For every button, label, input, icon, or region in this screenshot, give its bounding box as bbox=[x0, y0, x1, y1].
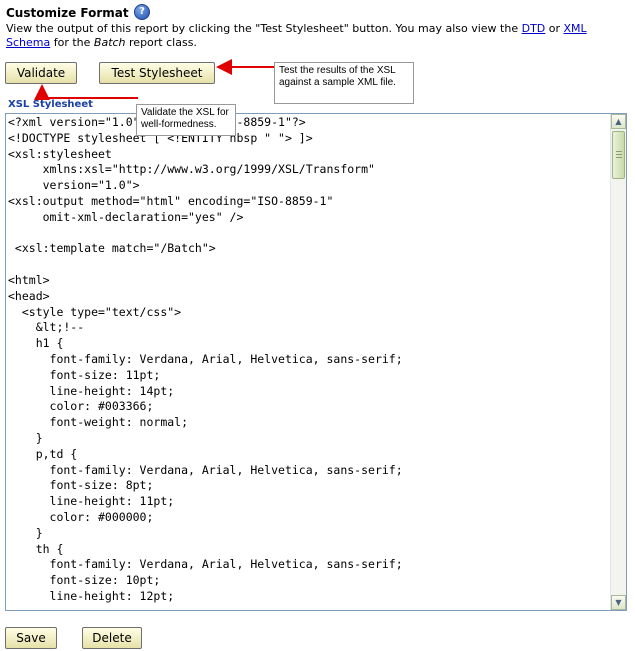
grip-line bbox=[616, 154, 622, 155]
scroll-thumb[interactable] bbox=[612, 131, 625, 179]
validate-button[interactable]: Validate bbox=[5, 62, 77, 84]
scroll-down-icon[interactable]: ▼ bbox=[611, 595, 626, 610]
scroll-up-icon[interactable]: ▲ bbox=[611, 114, 626, 129]
description-for: for the bbox=[50, 36, 94, 49]
test-stylesheet-button[interactable]: Test Stylesheet bbox=[99, 62, 215, 84]
editor-scrollbar[interactable]: ▲ ▼ bbox=[610, 114, 626, 610]
xsl-editor[interactable]: <?xml version="1.0" encoding="ISO-8859-1… bbox=[5, 113, 627, 611]
description-suffix: report class. bbox=[125, 36, 197, 49]
dtd-link[interactable]: DTD bbox=[522, 22, 546, 35]
xsl-code[interactable]: <?xml version="1.0" encoding="ISO-8859-1… bbox=[8, 115, 608, 605]
grip-line bbox=[616, 157, 622, 158]
xsl-stylesheet-label: XSL Stylesheet bbox=[8, 99, 93, 110]
description: View the output of this report by clicki… bbox=[6, 22, 626, 50]
save-button[interactable]: Save bbox=[5, 627, 57, 649]
grip-line bbox=[616, 151, 622, 152]
validate-callout: Validate the XSL for well-formedness. bbox=[136, 104, 236, 136]
test-stylesheet-callout: Test the results of the XSL against a sa… bbox=[274, 62, 414, 104]
description-or: or bbox=[545, 22, 564, 35]
description-text: View the output of this report by clicki… bbox=[6, 22, 522, 35]
delete-button[interactable]: Delete bbox=[82, 627, 142, 649]
help-icon[interactable]: ? bbox=[134, 4, 150, 20]
batch-class-name: Batch bbox=[93, 36, 126, 49]
page-title: Customize Format bbox=[6, 6, 129, 20]
validate-arrow bbox=[34, 84, 138, 100]
